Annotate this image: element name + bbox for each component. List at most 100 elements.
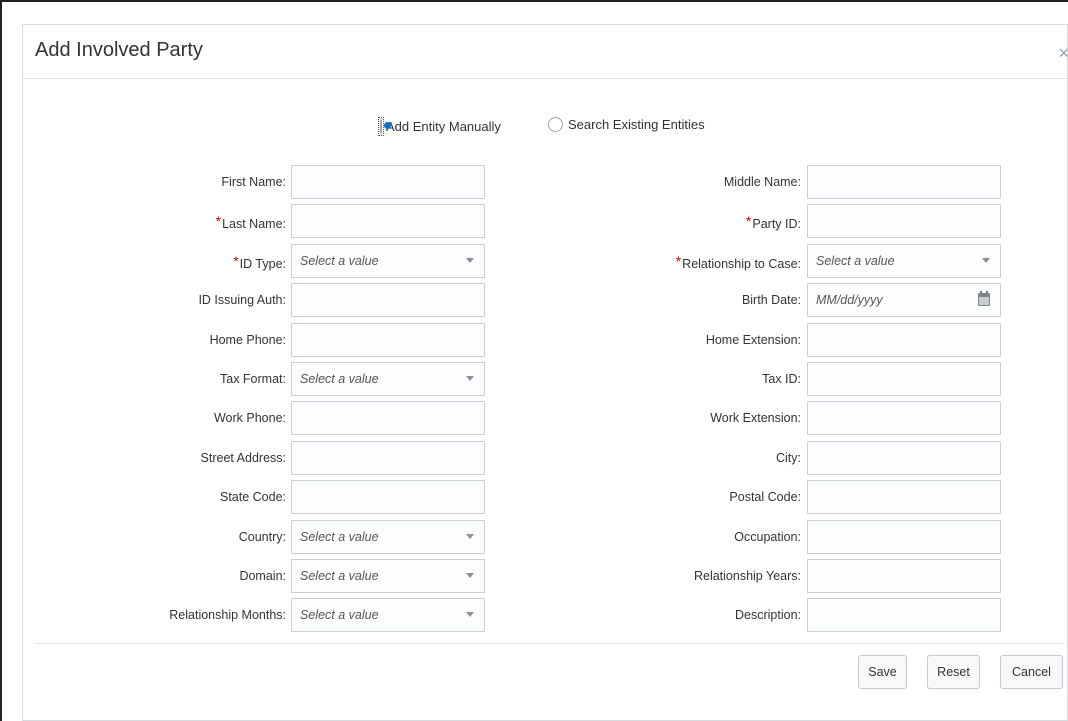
first-name-input[interactable] [291,165,485,199]
radio-unselected-icon[interactable] [548,117,563,132]
relationship-to-case-select-placeholder: Select a value [816,254,895,268]
postal-code-input[interactable] [807,480,1001,514]
relationship-years-input[interactable] [807,559,1001,593]
add-involved-party-dialog: Add Involved Party × Add Entity Manually… [22,24,1068,721]
birth-date-date-input[interactable]: MM/dd/yyyy [807,283,1001,317]
tax-format-select-placeholder: Select a value [300,372,379,386]
footer-divider [35,643,1065,644]
relationship-months-label-text: Relationship Months: [169,608,286,622]
dialog-title: Add Involved Party [35,39,203,61]
party-id-label: *Party ID: [746,204,801,241]
id-issuing-auth-label: ID Issuing Auth: [198,283,286,317]
window-frame-top [0,0,1068,2]
search-existing-entities-label: Search Existing Entities [568,117,705,132]
postal-code-label: Postal Code: [729,480,801,514]
close-icon[interactable]: × [1058,43,1068,64]
radio-selected-icon[interactable] [380,118,382,135]
state-code-label-text: State Code: [219,490,286,504]
tax-id-label: Tax ID: [762,362,801,396]
reset-button[interactable]: Reset [927,655,980,689]
id-type-select-placeholder: Select a value [300,254,379,268]
middle-name-label-text: Middle Name: [723,175,801,189]
work-extension-label-text: Work Extension: [710,411,801,425]
party-id-input[interactable] [807,204,1001,238]
work-extension-input[interactable] [807,401,1001,435]
city-input[interactable] [807,441,1001,475]
first-name-label: First Name: [221,165,286,199]
domain-select-placeholder: Select a value [300,569,379,583]
party-id-label-text: Party ID: [752,217,801,231]
birth-date-date-placeholder: MM/dd/yyyy [816,293,883,307]
required-marker: * [675,253,682,269]
add-entity-manually-radio[interactable]: Add Entity Manually [378,117,501,136]
chevron-down-icon[interactable] [466,612,474,617]
add-entity-manually-label: Add Entity Manually [386,119,501,134]
search-existing-entities-radio[interactable]: Search Existing Entities [548,117,705,132]
domain-label: Domain: [239,559,286,593]
last-name-label: *Last Name: [216,204,286,241]
id-issuing-auth-input[interactable] [291,283,485,317]
country-label-text: Country: [238,530,286,544]
occupation-label-text: Occupation: [734,530,801,544]
id-type-label: *ID Type: [233,244,286,281]
street-address-input[interactable] [291,441,485,475]
work-extension-label: Work Extension: [710,401,801,435]
id-type-select[interactable]: Select a value [291,244,485,278]
window-frame-left [0,0,2,721]
required-marker: * [215,213,222,229]
chevron-down-icon[interactable] [466,376,474,381]
relationship-to-case-select[interactable]: Select a value [807,244,1001,278]
city-label-text: City: [776,451,801,465]
home-extension-input[interactable] [807,323,1001,357]
description-label: Description: [735,598,801,632]
home-extension-label: Home Extension: [706,323,801,357]
birth-date-label-text: Birth Date: [741,293,801,307]
relationship-to-case-label-text: Relationship to Case: [682,257,801,271]
work-phone-input[interactable] [291,401,485,435]
chevron-down-icon[interactable] [466,573,474,578]
middle-name-input[interactable] [807,165,1001,199]
domain-select[interactable]: Select a value [291,559,485,593]
tax-id-input[interactable] [807,362,1001,396]
chevron-down-icon[interactable] [982,258,990,263]
work-phone-label: Work Phone: [214,401,286,435]
home-extension-label-text: Home Extension: [705,333,801,347]
state-code-label: State Code: [220,480,286,514]
tax-format-label-text: Tax Format: [220,372,286,386]
home-phone-input[interactable] [291,323,485,357]
country-select[interactable]: Select a value [291,520,485,554]
work-phone-label-text: Work Phone: [213,411,286,425]
home-phone-label: Home Phone: [210,323,286,357]
calendar-icon[interactable] [978,291,990,306]
id-issuing-auth-label-text: ID Issuing Auth: [198,293,286,307]
street-address-label-text: Street Address: [200,451,286,465]
description-label-text: Description: [735,608,801,622]
domain-label-text: Domain: [239,569,286,583]
tax-format-select[interactable]: Select a value [291,362,485,396]
relationship-years-label: Relationship Years: [694,559,801,593]
tax-id-label-text: Tax ID: [762,372,801,386]
save-button[interactable]: Save [858,655,907,689]
city-label: City: [776,441,801,475]
relationship-months-select-placeholder: Select a value [300,608,379,622]
occupation-label: Occupation: [734,520,801,554]
country-select-placeholder: Select a value [300,530,379,544]
occupation-input[interactable] [807,520,1001,554]
relationship-months-select[interactable]: Select a value [291,598,485,632]
tax-format-label: Tax Format: [220,362,286,396]
required-marker: * [233,253,239,269]
last-name-input[interactable] [291,204,485,238]
cancel-button[interactable]: Cancel [1000,655,1063,689]
chevron-down-icon[interactable] [466,258,474,263]
description-input[interactable] [807,598,1001,632]
dialog-header: Add Involved Party × [23,25,1068,79]
required-marker: * [745,213,752,229]
postal-code-label-text: Postal Code: [729,490,801,504]
home-phone-label-text: Home Phone: [209,333,286,347]
id-type-label-text: ID Type: [239,257,286,271]
chevron-down-icon[interactable] [466,534,474,539]
state-code-input[interactable] [291,480,485,514]
birth-date-label: Birth Date: [742,283,801,317]
relationship-months-label: Relationship Months: [169,598,286,632]
street-address-label: Street Address: [201,441,286,475]
